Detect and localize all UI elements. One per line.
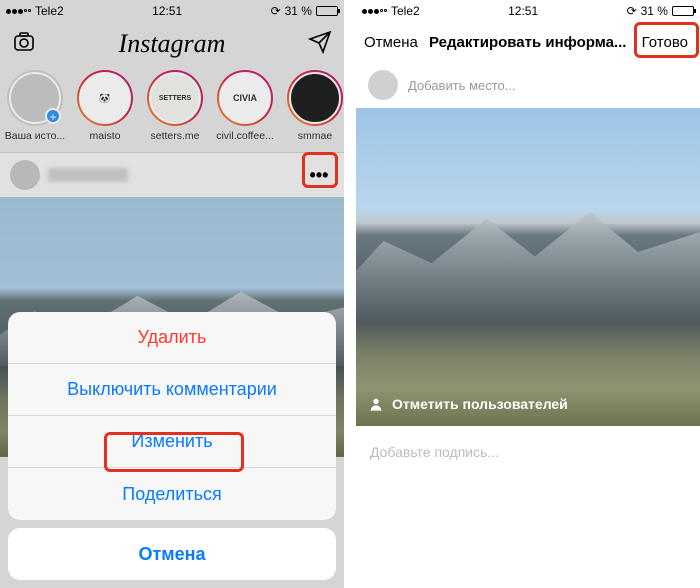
action-cancel[interactable]: Отмена [8, 528, 336, 580]
caption-placeholder: Добавьте подпись... [370, 444, 499, 460]
caption-input[interactable]: Добавьте подпись... [356, 426, 700, 478]
status-bar: Tele2 12:51 ⟳ 31 % [356, 0, 700, 22]
person-icon [368, 396, 384, 412]
clock: 12:51 [508, 4, 538, 18]
action-mute-comments[interactable]: Выключить комментарии [8, 364, 336, 416]
cancel-button[interactable]: Отмена [364, 34, 418, 51]
right-screenshot: Tele2 12:51 ⟳ 31 % Отмена Редактировать … [356, 0, 700, 588]
action-delete[interactable]: Удалить [8, 312, 336, 364]
left-screenshot: Tele2 12:51 ⟳ 31 % Instagram + [0, 0, 344, 588]
add-location-row[interactable]: Добавить место... [356, 62, 700, 108]
highlight-edit [104, 432, 244, 472]
user-avatar [368, 70, 398, 100]
tag-users-button[interactable]: Отметить пользователей [368, 396, 568, 412]
highlight-more [302, 152, 338, 188]
add-location-label: Добавить место... [408, 78, 516, 93]
carrier-label: Tele2 [391, 4, 420, 18]
battery-icon [672, 6, 694, 16]
tag-users-label: Отметить пользователей [392, 396, 568, 412]
highlight-done [634, 22, 699, 58]
page-title: Редактировать информа... [418, 34, 638, 51]
signal-icon [362, 9, 387, 14]
lock-icon: ⟳ [627, 4, 637, 18]
edit-photo: Отметить пользователей [356, 108, 700, 426]
action-share[interactable]: Поделиться [8, 468, 336, 520]
battery-label: 31 % [641, 4, 668, 18]
